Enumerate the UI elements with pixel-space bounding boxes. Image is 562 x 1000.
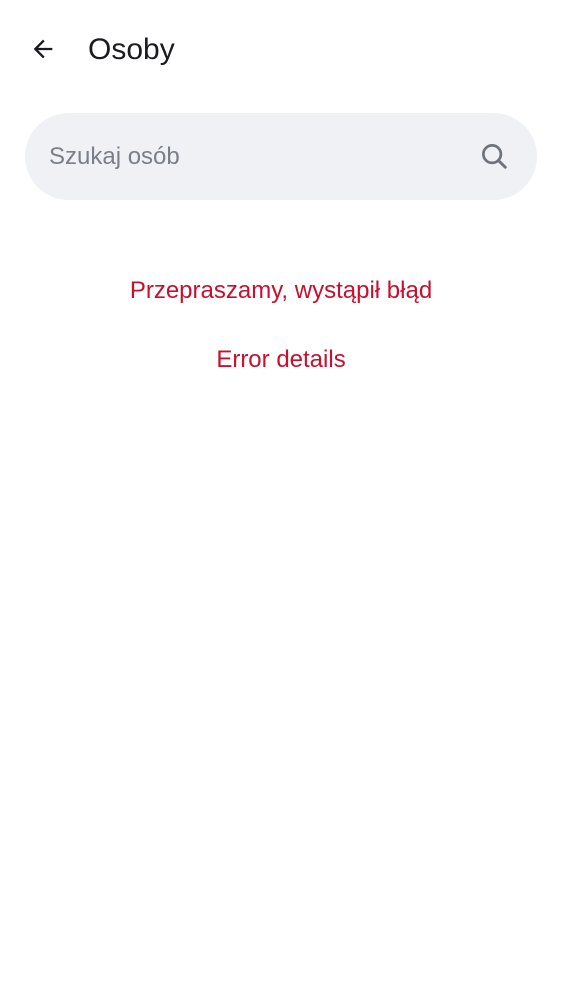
error-message: Przepraszamy, wystąpił błąd xyxy=(129,277,433,304)
arrow-left-icon xyxy=(29,35,57,68)
error-details-link[interactable]: Error details xyxy=(0,345,562,375)
search-icon[interactable] xyxy=(477,139,511,173)
search-input[interactable] xyxy=(49,113,469,200)
page-title: Osoby xyxy=(88,33,175,66)
top-app-bar: Osoby xyxy=(0,0,562,100)
back-button[interactable] xyxy=(20,28,66,74)
search-bar[interactable] xyxy=(25,113,537,200)
people-screen: Osoby Przepraszamy, wystąpił błąd Error … xyxy=(0,0,562,1000)
